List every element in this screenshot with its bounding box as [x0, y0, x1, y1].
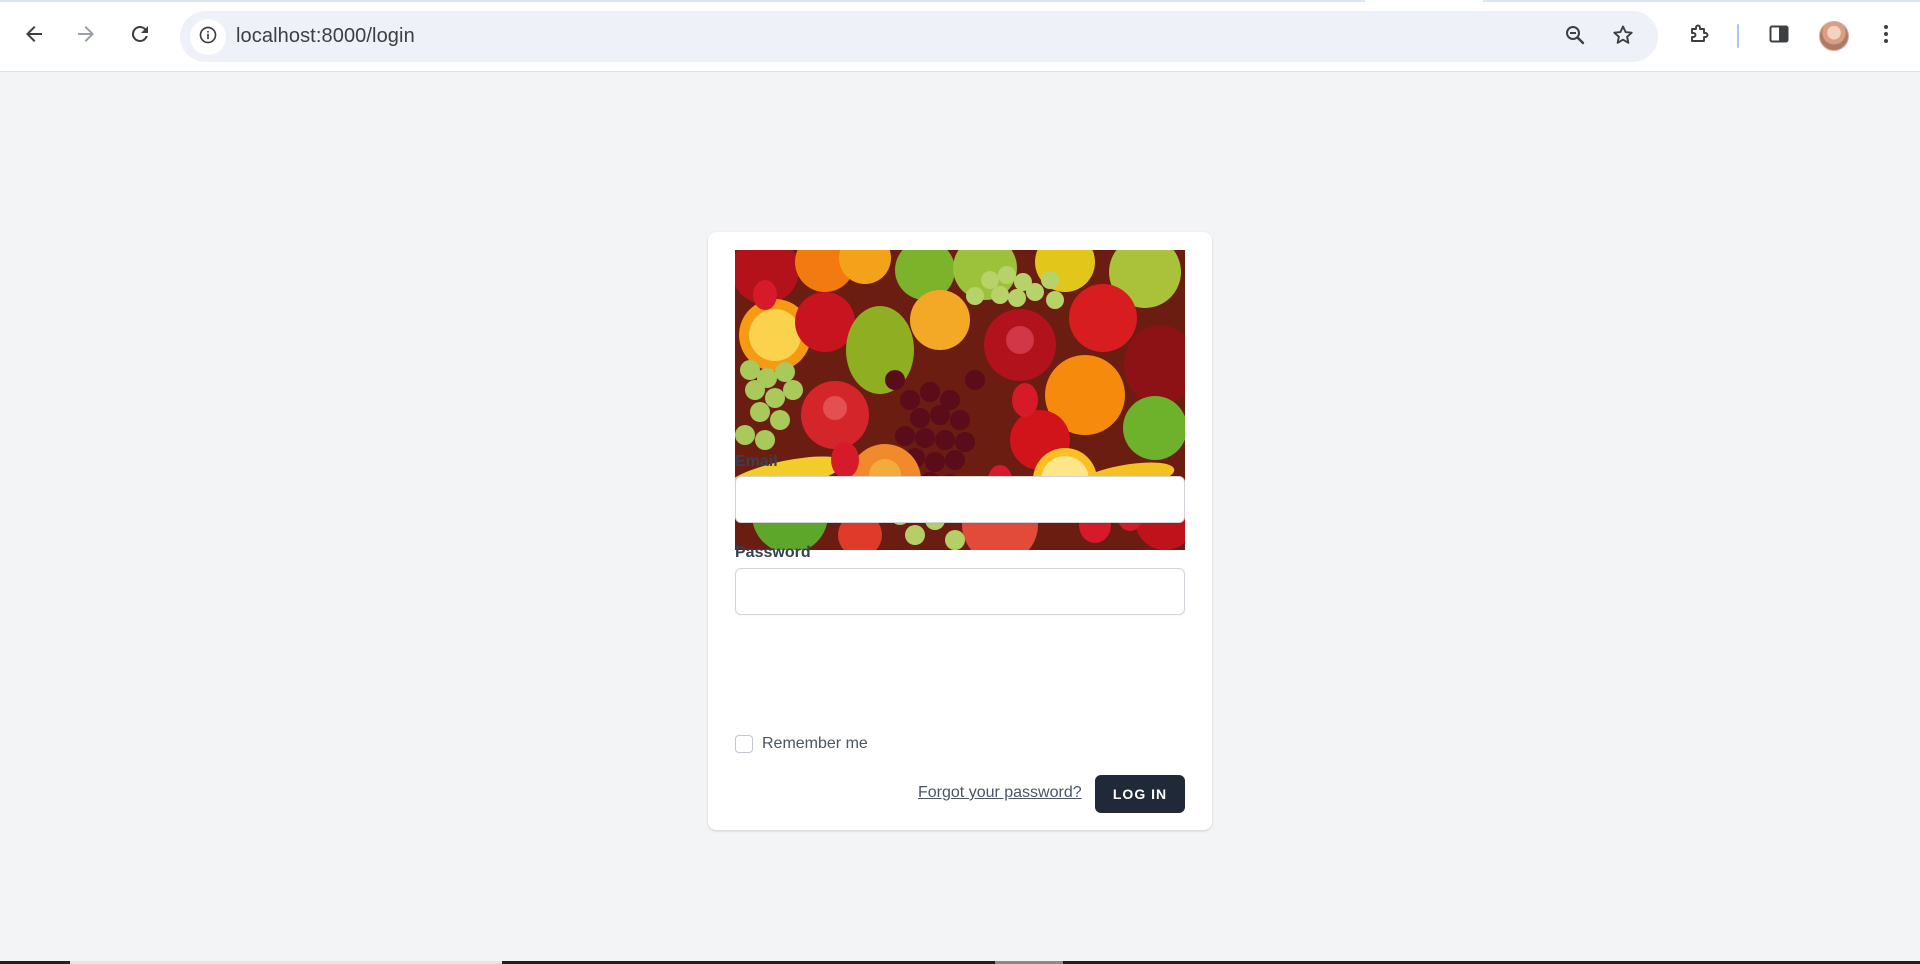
password-label: Password — [735, 544, 811, 561]
browser-toolbar: localhost:8000/login — [0, 0, 1920, 72]
remember-me-checkbox[interactable] — [735, 735, 753, 753]
profile-avatar[interactable] — [1819, 21, 1849, 51]
zoom-button[interactable] — [1561, 23, 1589, 51]
extensions-button[interactable] — [1679, 16, 1719, 56]
puzzle-icon — [1687, 22, 1711, 51]
remember-me-label[interactable]: Remember me — [762, 735, 868, 753]
kebab-menu-icon — [1874, 22, 1898, 51]
browser-menu-button[interactable] — [1866, 16, 1906, 56]
forgot-password-link[interactable]: Forgot your password? — [918, 784, 1082, 802]
url-text[interactable]: localhost:8000/login — [236, 11, 415, 62]
bookmark-button[interactable] — [1609, 23, 1637, 51]
site-info-button[interactable] — [190, 19, 226, 55]
login-card: Email Password Remember me Forgot your p… — [708, 232, 1212, 830]
email-label: Email — [735, 453, 778, 470]
arrow-right-icon — [74, 22, 98, 51]
side-panel-button[interactable] — [1759, 16, 1799, 56]
side-panel-icon — [1767, 22, 1791, 51]
info-icon — [198, 25, 218, 50]
reload-button[interactable] — [120, 16, 160, 56]
address-bar[interactable]: localhost:8000/login — [180, 11, 1658, 62]
zoom-icon — [1563, 23, 1587, 52]
toolbar-divider — [1737, 24, 1739, 48]
back-button[interactable] — [14, 16, 54, 56]
tab-strip-edge — [0, 0, 1920, 2]
arrow-left-icon — [22, 22, 46, 51]
forward-button[interactable] — [66, 16, 106, 56]
log-in-button[interactable]: LOG IN — [1095, 775, 1185, 813]
remember-me-row: Remember me — [735, 735, 868, 753]
star-icon — [1611, 23, 1635, 52]
password-field[interactable] — [735, 568, 1185, 615]
email-field[interactable] — [735, 476, 1185, 523]
reload-icon — [128, 22, 152, 51]
